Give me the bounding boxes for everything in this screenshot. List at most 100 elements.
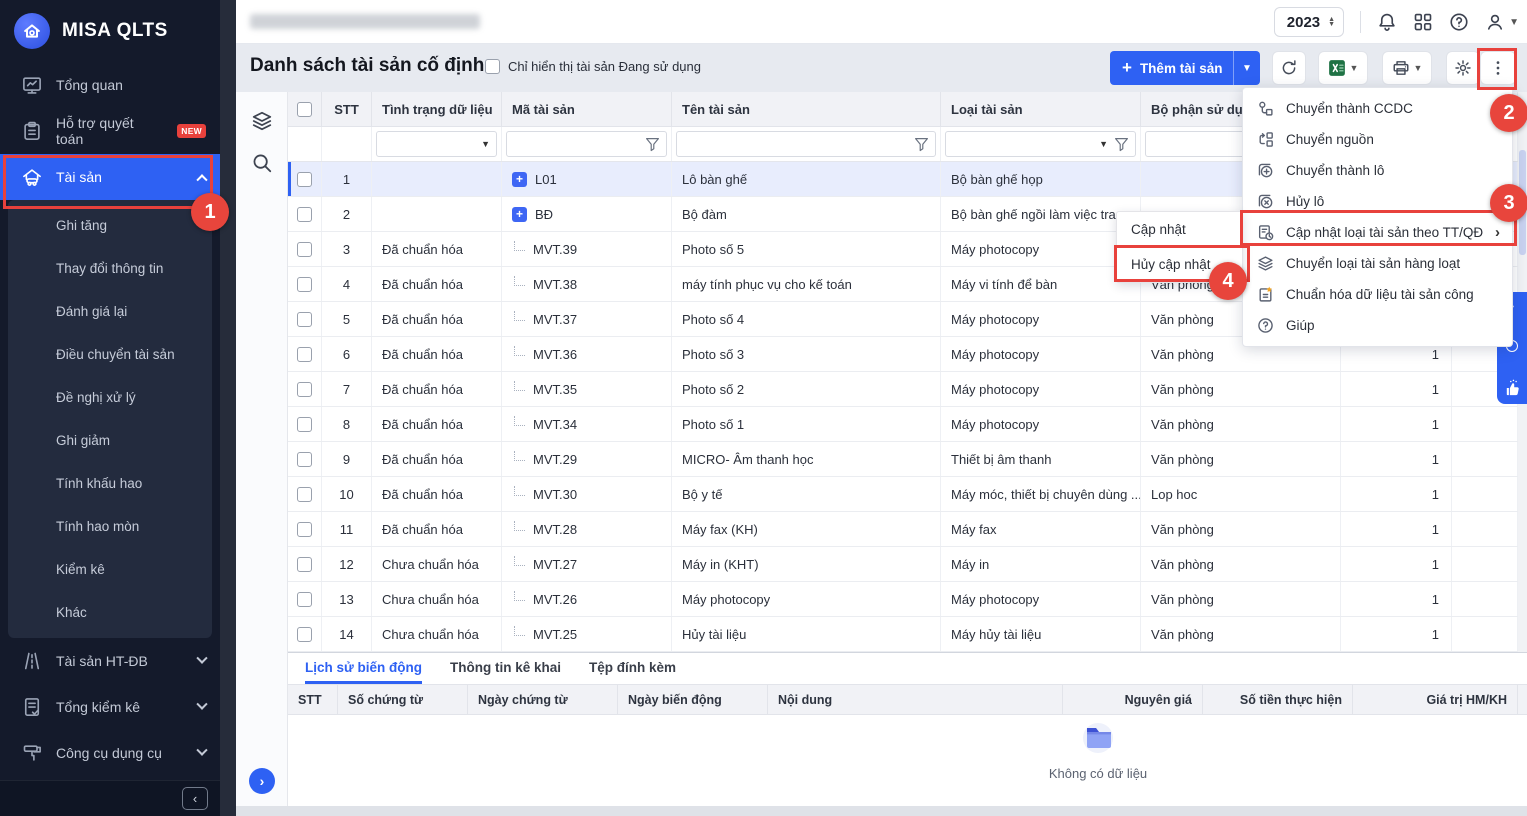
cell-status bbox=[372, 162, 502, 196]
user-menu[interactable]: ▼ bbox=[1485, 12, 1519, 32]
type-filter-dropdown[interactable]: ▼ bbox=[945, 131, 1136, 157]
context-item-cap-nhat[interactable]: Cập nhật bbox=[1117, 212, 1242, 247]
sidebar-collapse-button[interactable]: ‹ bbox=[182, 787, 208, 810]
thumbs-up-icon[interactable] bbox=[1503, 379, 1522, 398]
tab-tep-dinh-kem[interactable]: Tệp đính kèm bbox=[589, 653, 676, 684]
sidebar-item-tong-quan[interactable]: Tổng quan bbox=[0, 62, 220, 108]
sidebar-item-tong-kiem-ke[interactable]: Tổng kiểm kê bbox=[0, 684, 220, 730]
cell-stt: 11 bbox=[322, 512, 372, 546]
expand-plus-icon[interactable]: + bbox=[512, 172, 527, 187]
cell-code: MVT.25 bbox=[502, 617, 672, 651]
funnel-icon[interactable] bbox=[1114, 137, 1129, 152]
menu-item-lotcancel[interactable]: Hủy lô bbox=[1243, 186, 1512, 217]
expand-panel-button[interactable]: › bbox=[249, 768, 275, 794]
name-filter-input[interactable] bbox=[676, 131, 936, 157]
cell-name: Photo số 5 bbox=[672, 232, 941, 266]
col-header-status[interactable]: Tình trạng dữ liệu bbox=[372, 92, 502, 126]
sidebar-subitem[interactable]: Ghi giảm bbox=[8, 419, 212, 462]
checkbox-icon[interactable] bbox=[485, 59, 500, 74]
menu-item-updatetype[interactable]: Cập nhật loại tài sản theo TT/QĐ › bbox=[1243, 217, 1512, 248]
row-checkbox[interactable] bbox=[288, 512, 322, 546]
group-layers-icon[interactable] bbox=[251, 110, 273, 132]
sidebar-subitem[interactable]: Đánh giá lại bbox=[8, 290, 212, 333]
table-row[interactable]: 9 Đã chuẩn hóa MVT.29 MICRO- Âm thanh họ… bbox=[288, 442, 1518, 477]
col-header-name[interactable]: Tên tài sản bbox=[672, 92, 941, 126]
more-options-button[interactable] bbox=[1480, 51, 1516, 85]
sidebar-subitem[interactable]: Tính hao mòn bbox=[8, 505, 212, 548]
expand-plus-icon[interactable]: + bbox=[512, 207, 527, 222]
col-header-code[interactable]: Mã tài sản bbox=[502, 92, 672, 126]
sidebar-subitem[interactable]: Khác bbox=[8, 591, 212, 634]
row-checkbox[interactable] bbox=[288, 372, 322, 406]
menu-item-lotplus[interactable]: Chuyển thành lô bbox=[1243, 155, 1512, 186]
tab-lich-su-bien-dong[interactable]: Lịch sử biến động bbox=[305, 653, 422, 684]
fiscal-year-selector[interactable]: 2023 ▲▼ bbox=[1274, 7, 1344, 37]
row-checkbox[interactable] bbox=[288, 442, 322, 476]
refresh-button[interactable] bbox=[1272, 51, 1306, 85]
select-all-checkbox[interactable] bbox=[297, 102, 312, 117]
table-row[interactable]: 8 Đã chuẩn hóa MVT.34 Photo số 1 Máy pho… bbox=[288, 407, 1518, 442]
cell-status: Chưa chuẩn hóa bbox=[372, 617, 502, 651]
table-row[interactable]: 11 Đã chuẩn hóa MVT.28 Máy fax (KH) Máy … bbox=[288, 512, 1518, 547]
row-checkbox[interactable] bbox=[288, 197, 322, 231]
row-checkbox[interactable] bbox=[288, 267, 322, 301]
cell-type: Máy vi tính để bàn bbox=[941, 267, 1141, 301]
col-header-type[interactable]: Loại tài sản bbox=[941, 92, 1141, 126]
status-filter-dropdown[interactable]: ▼ bbox=[376, 131, 497, 157]
notifications-bell-icon[interactable] bbox=[1377, 12, 1397, 32]
sidebar-subitem[interactable]: Tính khấu hao bbox=[8, 462, 212, 505]
menu-item-ccdc[interactable]: Chuyển thành CCDC bbox=[1243, 93, 1512, 124]
menu-item-help[interactable]: Giúp bbox=[1243, 310, 1512, 341]
sidebar-item-tai-san-ht-db[interactable]: Tài sản HT-ĐB bbox=[0, 638, 220, 684]
search-icon[interactable] bbox=[251, 152, 273, 174]
sidebar-item-cong-cu-dung-cu[interactable]: Công cụ dụng cụ bbox=[0, 730, 220, 776]
row-checkbox[interactable] bbox=[288, 162, 322, 196]
row-checkbox[interactable] bbox=[288, 337, 322, 371]
row-checkbox[interactable] bbox=[288, 302, 322, 336]
table-row[interactable]: 7 Đã chuẩn hóa MVT.35 Photo số 2 Máy pho… bbox=[288, 372, 1518, 407]
row-checkbox[interactable] bbox=[288, 617, 322, 651]
table-row[interactable]: 12 Chưa chuẩn hóa MVT.27 Máy in (KHT) Má… bbox=[288, 547, 1518, 582]
tab-thong-tin-ke-khai[interactable]: Thông tin kê khai bbox=[450, 653, 561, 684]
table-row[interactable]: 14 Chưa chuẩn hóa MVT.25 Hủy tài liệu Má… bbox=[288, 617, 1518, 652]
sidebar-item-label: Hỗ trợ quyết toán bbox=[56, 115, 163, 147]
horizontal-scrollbar[interactable] bbox=[236, 806, 1527, 816]
year-stepper-icon[interactable]: ▲▼ bbox=[1328, 17, 1335, 27]
menu-item-source[interactable]: Chuyển nguồn bbox=[1243, 124, 1512, 155]
chevron-down-icon bbox=[196, 699, 207, 710]
sidebar-item-ho-tro-quyet-toan[interactable]: Hỗ trợ quyết toán NEW bbox=[0, 108, 220, 154]
row-checkbox[interactable] bbox=[288, 232, 322, 266]
sidebar: MISA QLTS Tổng quan Hỗ trợ quyết toán NE… bbox=[0, 0, 220, 816]
col-header-stt[interactable]: STT bbox=[322, 92, 372, 126]
funnel-icon[interactable] bbox=[914, 137, 929, 152]
app-logo[interactable]: MISA QLTS bbox=[0, 0, 220, 62]
row-checkbox[interactable] bbox=[288, 582, 322, 616]
table-row[interactable]: 10 Đã chuẩn hóa MVT.30 Bộ y tế Máy móc, … bbox=[288, 477, 1518, 512]
print-button[interactable]: ▼ bbox=[1382, 51, 1432, 85]
menu-item-layers[interactable]: Chuyển loại tài sản hàng loạt bbox=[1243, 248, 1512, 279]
row-checkbox[interactable] bbox=[288, 407, 322, 441]
row-checkbox[interactable] bbox=[288, 547, 322, 581]
sidebar-subitem[interactable]: Điều chuyển tài sản bbox=[8, 333, 212, 376]
add-asset-dropdown[interactable]: ▼ bbox=[1233, 51, 1260, 85]
filter-in-use-toggle[interactable]: Chỉ hiển thị tài sản Đang sử dụng bbox=[485, 59, 701, 74]
settings-button[interactable] bbox=[1446, 51, 1480, 85]
sidebar-subitem[interactable]: Thay đổi thông tin bbox=[8, 247, 212, 290]
apps-grid-icon[interactable] bbox=[1413, 12, 1433, 32]
sidebar-edge-strip bbox=[220, 0, 236, 816]
sidebar-subitem[interactable]: Kiểm kê bbox=[8, 548, 212, 591]
sidebar-subitem[interactable]: Đề nghị xử lý bbox=[8, 376, 212, 419]
export-excel-button[interactable]: ▼ bbox=[1318, 51, 1368, 85]
help-icon[interactable] bbox=[1449, 12, 1469, 32]
sidebar-item-tai-san[interactable]: Tài sản bbox=[0, 154, 220, 200]
code-filter-input[interactable] bbox=[506, 131, 667, 157]
tree-indent-icon bbox=[514, 591, 525, 601]
sidebar-subitem[interactable]: Ghi tăng bbox=[8, 204, 212, 247]
add-asset-button[interactable]: + Thêm tài sản ▼ bbox=[1110, 51, 1260, 85]
row-checkbox[interactable] bbox=[288, 477, 322, 511]
overview-icon bbox=[22, 75, 42, 95]
funnel-icon[interactable] bbox=[645, 137, 660, 152]
menu-item-normalize[interactable]: Chuẩn hóa dữ liệu tài sản công bbox=[1243, 279, 1512, 310]
table-row[interactable]: 13 Chưa chuẩn hóa MVT.26 Máy photocopy M… bbox=[288, 582, 1518, 617]
detail-header-cell: STT bbox=[288, 685, 338, 714]
